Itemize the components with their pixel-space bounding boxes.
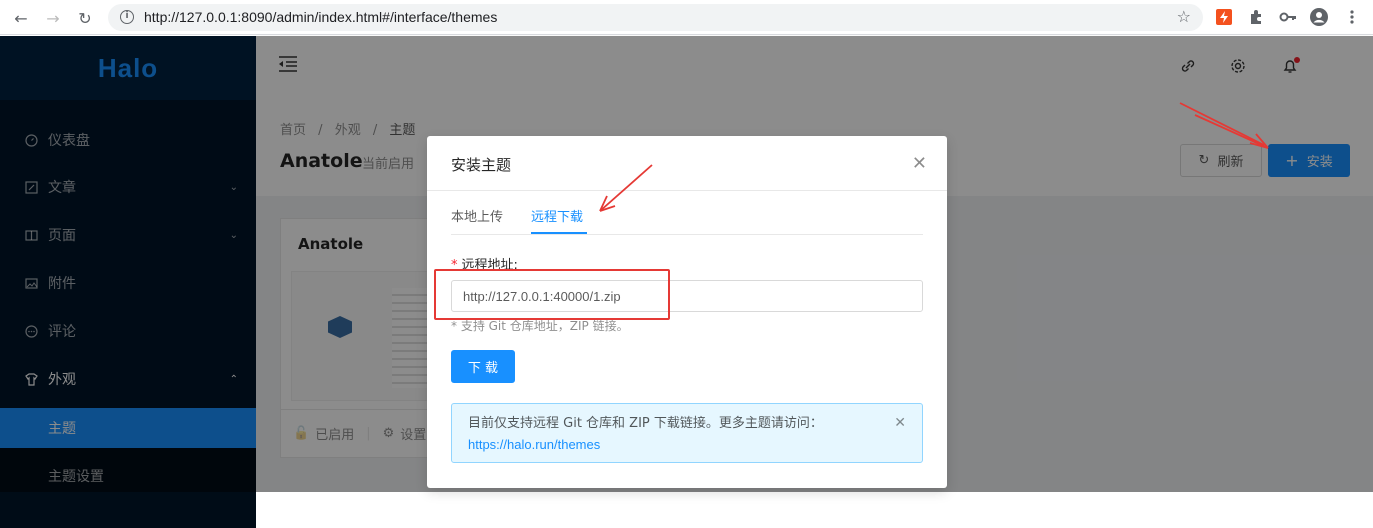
address-bar[interactable]: i http://127.0.0.1:8090/admin/index.html… bbox=[108, 4, 1203, 31]
profile-icon[interactable] bbox=[1309, 7, 1329, 27]
alert-message: 目前仅支持远程 Git 仓库和 ZIP 下载链接。更多主题请访问： bbox=[468, 416, 823, 431]
puzzle-icon[interactable] bbox=[1246, 7, 1266, 27]
tab-remote-download[interactable]: 远程下载 bbox=[531, 206, 583, 225]
info-icon[interactable]: i bbox=[120, 10, 134, 24]
highlight-box bbox=[434, 269, 670, 320]
themes-link[interactable]: https://halo.run/themes bbox=[468, 434, 906, 455]
extension-icon[interactable] bbox=[1214, 7, 1234, 27]
url-text[interactable]: http://127.0.0.1:8090/admin/index.html#/… bbox=[144, 9, 497, 25]
download-button[interactable]: 下 载 bbox=[451, 350, 515, 383]
close-icon[interactable]: ✕ bbox=[894, 415, 906, 431]
menu-dots-icon[interactable] bbox=[1342, 7, 1362, 27]
modal-title: 安装主题 bbox=[427, 136, 947, 191]
modal-tabs: 本地上传 远程下载 bbox=[451, 200, 923, 235]
tab-local-upload[interactable]: 本地上传 bbox=[451, 206, 503, 225]
key-icon[interactable] bbox=[1278, 7, 1298, 27]
bookmark-star-icon[interactable]: ☆ bbox=[1177, 7, 1191, 26]
back-icon[interactable]: ← bbox=[10, 7, 32, 29]
tab-active-indicator bbox=[531, 232, 587, 234]
reload-icon[interactable]: ↻ bbox=[74, 7, 96, 29]
close-icon[interactable]: ✕ bbox=[912, 153, 927, 174]
browser-toolbar: ← → ↻ i http://127.0.0.1:8090/admin/inde… bbox=[0, 0, 1373, 35]
info-alert: 目前仅支持远程 Git 仓库和 ZIP 下载链接。更多主题请访问： https:… bbox=[451, 403, 923, 463]
forward-icon[interactable]: → bbox=[42, 7, 64, 29]
